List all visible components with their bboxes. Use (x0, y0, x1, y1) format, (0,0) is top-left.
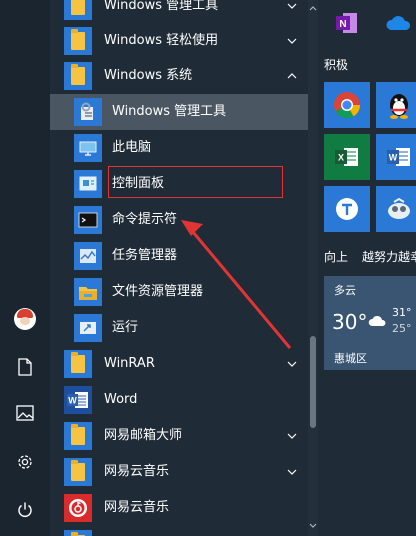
excel-icon: X (335, 148, 358, 166)
onenote-icon: N (336, 13, 357, 33)
app-list-item-label: Windows 管理工具 (104, 0, 219, 13)
cmd-icon (74, 206, 102, 234)
chevron-down-icon (287, 469, 297, 475)
chrome-tile[interactable] (324, 82, 370, 128)
app-list-item-label: Windows 轻松使用 (104, 33, 219, 48)
tile-group-label: 积极 (324, 58, 349, 72)
app-list-item-folder[interactable] (50, 526, 308, 536)
scroll-down-icon[interactable] (309, 522, 317, 530)
app-logo-icon (388, 197, 410, 219)
onenote-tile[interactable]: N (324, 0, 370, 46)
app-list-item-label: 命令提示符 (112, 212, 178, 227)
app-list-item-label: 运行 (112, 320, 139, 335)
chevron-up-icon (287, 73, 297, 79)
weather-tile[interactable]: 多云 30° 31° 25° 惠城区 (324, 276, 416, 370)
cloud-icon (368, 315, 386, 326)
app-list-scrollbar[interactable] (308, 0, 318, 536)
weather-high: 31° (392, 306, 412, 319)
power-icon (18, 502, 32, 517)
word-icon: W (387, 148, 410, 166)
tile-group-label: 越努力越幸 (362, 250, 416, 264)
cloud-icon (386, 16, 411, 30)
app-list-item-file-explorer[interactable]: 文件资源管理器 (50, 274, 308, 310)
app-list-item-label: 网易邮箱大师 (104, 428, 183, 443)
word-icon: W (64, 386, 92, 414)
qq-penguin-icon (390, 94, 408, 119)
run-icon (74, 314, 102, 342)
file-explorer-icon (74, 278, 102, 306)
app-list-item-label: 网易云音乐 (104, 464, 170, 479)
app-list-item-run[interactable]: 运行 (50, 310, 308, 346)
svg-text:W: W (389, 153, 398, 163)
weather-low: 25° (392, 322, 412, 335)
app-list-item-netease-music-folder[interactable]: 网易云音乐 (50, 454, 308, 490)
app-list-item-label: 网易云音乐 (104, 500, 170, 515)
app-list-item-task-manager[interactable]: 任务管理器 (50, 238, 308, 274)
word-tile[interactable]: W (376, 134, 416, 180)
onedrive-tile[interactable] (376, 0, 416, 46)
folder-icon (64, 27, 92, 55)
documents-button[interactable] (0, 345, 50, 389)
power-button[interactable] (0, 488, 50, 532)
app-list-item-label: 文件资源管理器 (112, 284, 204, 299)
folder-icon (64, 530, 92, 536)
app-list: Windows 管理工具 Windows 轻松使用 Windows 系统 Win… (50, 0, 308, 536)
app-list-item-netease-mail-folder[interactable]: 网易邮箱大师 (50, 418, 308, 454)
chevron-down-icon (287, 3, 297, 9)
app-list-item-word[interactable]: W Word (50, 382, 308, 418)
weather-location: 惠城区 (334, 352, 367, 365)
user-avatar (14, 308, 36, 330)
scroll-up-icon[interactable] (309, 4, 317, 12)
app-list-item-admin-tools-folder[interactable]: Windows 管理工具 (50, 0, 308, 24)
app-list-item-windows-system-folder[interactable]: Windows 系统 (50, 58, 308, 94)
settings-button[interactable] (0, 440, 50, 484)
weather-temperature: 30° (332, 310, 368, 334)
app-tile-2[interactable] (376, 186, 416, 232)
picture-icon (16, 405, 34, 421)
app-list-item-netease-music[interactable]: 网易云音乐 (50, 490, 308, 526)
app-list-item-label: Word (104, 392, 138, 407)
user-account-button[interactable] (0, 297, 50, 341)
folder-icon (64, 0, 92, 20)
this-pc-icon (74, 134, 102, 162)
pictures-button[interactable] (0, 391, 50, 435)
app-list-item-ease-of-access-folder[interactable]: Windows 轻松使用 (50, 23, 308, 59)
task-manager-icon (74, 242, 102, 270)
start-rail (0, 0, 50, 536)
app-list-item-label: WinRAR (104, 356, 155, 371)
folder-icon (64, 350, 92, 378)
folder-icon (64, 422, 92, 450)
qq-tile[interactable] (376, 82, 416, 128)
app-list-item-label: Windows 系统 (104, 68, 193, 83)
excel-tile[interactable]: X (324, 134, 370, 180)
app-tile-1[interactable] (324, 186, 370, 232)
tile-area: N 积极 X W 向上 越努力越幸 多云 30° 31° 25° 惠城区 (318, 0, 416, 536)
app-list-item-winrar-folder[interactable]: WinRAR (50, 346, 308, 382)
app-list-item-label: Windows 管理工具 (112, 104, 227, 119)
app-list-item-label: 此电脑 (112, 140, 152, 155)
folder-icon (64, 62, 92, 90)
tile-group-label: 向上 (324, 250, 349, 264)
document-icon (18, 358, 32, 376)
app-list-item-command-prompt[interactable]: 命令提示符 (50, 202, 308, 238)
app-list-item-admin-tools[interactable]: Windows 管理工具 (50, 94, 308, 130)
svg-text:X: X (338, 153, 344, 163)
gear-icon (18, 455, 32, 469)
weather-condition: 多云 (334, 284, 356, 297)
scrollbar-thumb[interactable] (310, 336, 316, 428)
control-panel-icon (74, 170, 102, 198)
chevron-down-icon (287, 433, 297, 439)
app-list-item-this-pc[interactable]: 此电脑 (50, 130, 308, 166)
chevron-down-icon (287, 361, 297, 367)
admin-tools-icon (74, 98, 102, 126)
svg-text:N: N (339, 19, 346, 30)
chrome-icon (334, 92, 361, 119)
chevron-down-icon (287, 38, 297, 44)
folder-icon (64, 458, 92, 486)
app-logo-icon (336, 198, 358, 220)
app-list-item-label: 任务管理器 (112, 248, 178, 263)
netease-music-icon (64, 494, 92, 522)
annotation-highlight-box (108, 166, 283, 198)
svg-text:W: W (68, 396, 77, 406)
